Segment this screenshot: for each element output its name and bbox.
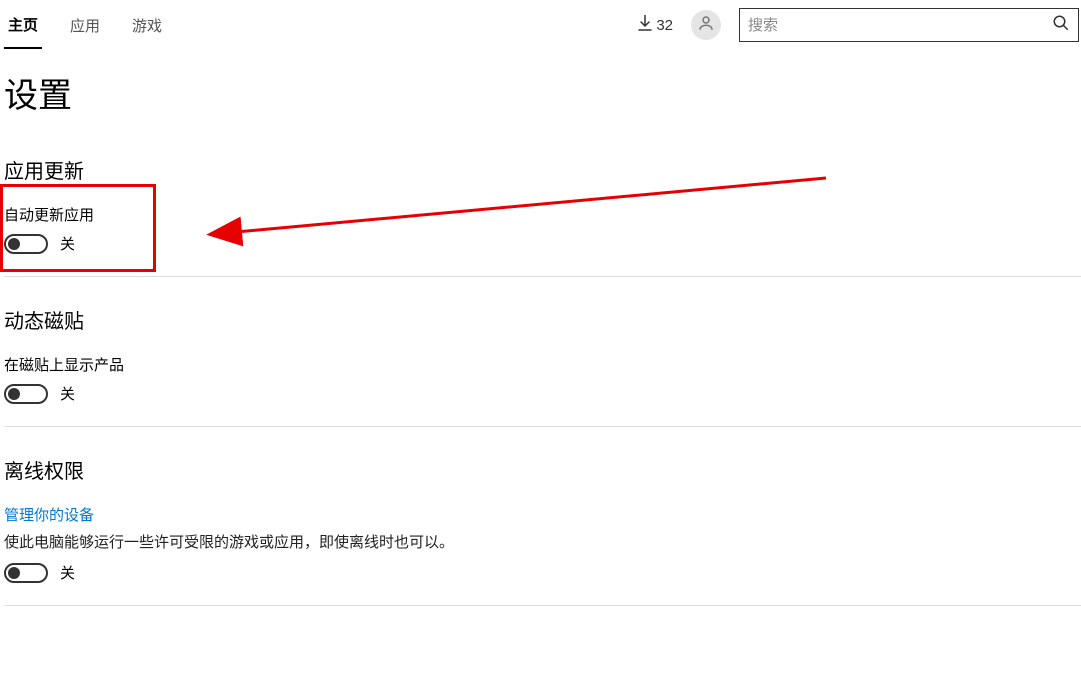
search-box[interactable] [739,8,1079,42]
divider [4,276,1081,277]
toggle-state-offline: 关 [60,562,75,583]
page-title: 设置 [0,50,1081,127]
section-offline: 离线权限 管理你的设备 使此电脑能够运行一些许可受限的游戏或应用，即使离线时也可… [0,455,1081,606]
tab-games[interactable]: 游戏 [128,3,166,48]
tab-home[interactable]: 主页 [4,2,42,49]
user-avatar[interactable] [691,10,721,40]
setting-label-tile-products: 在磁贴上显示产品 [4,354,1081,375]
setting-label-auto-update: 自动更新应用 [4,204,1081,225]
toggle-offline[interactable] [4,563,48,583]
divider [4,605,1081,606]
downloads-count: 32 [656,17,673,34]
link-manage-devices[interactable]: 管理你的设备 [4,504,94,525]
toggle-tile-products[interactable] [4,384,48,404]
search-icon [1052,14,1070,37]
offline-desc: 使此电脑能够运行一些许可受限的游戏或应用，即使离线时也可以。 [4,531,1081,552]
section-title-app-update: 应用更新 [4,155,1081,184]
downloads-button[interactable]: 32 [638,15,673,35]
download-icon [638,15,652,35]
toggle-auto-update[interactable] [4,234,48,254]
section-title-offline: 离线权限 [4,455,1081,484]
toggle-state-tile-products: 关 [60,383,75,404]
toggle-state-auto-update: 关 [60,233,75,254]
section-title-live-tile: 动态磁贴 [4,305,1081,334]
divider [4,426,1081,427]
search-input[interactable] [748,17,1052,34]
top-tabs: 主页 应用 游戏 [0,2,166,49]
section-live-tile: 动态磁贴 在磁贴上显示产品 关 [0,305,1081,427]
user-icon [697,14,715,37]
topbar: 主页 应用 游戏 32 [0,0,1081,50]
section-app-update: 应用更新 自动更新应用 关 [0,155,1081,277]
tab-apps[interactable]: 应用 [66,3,104,48]
